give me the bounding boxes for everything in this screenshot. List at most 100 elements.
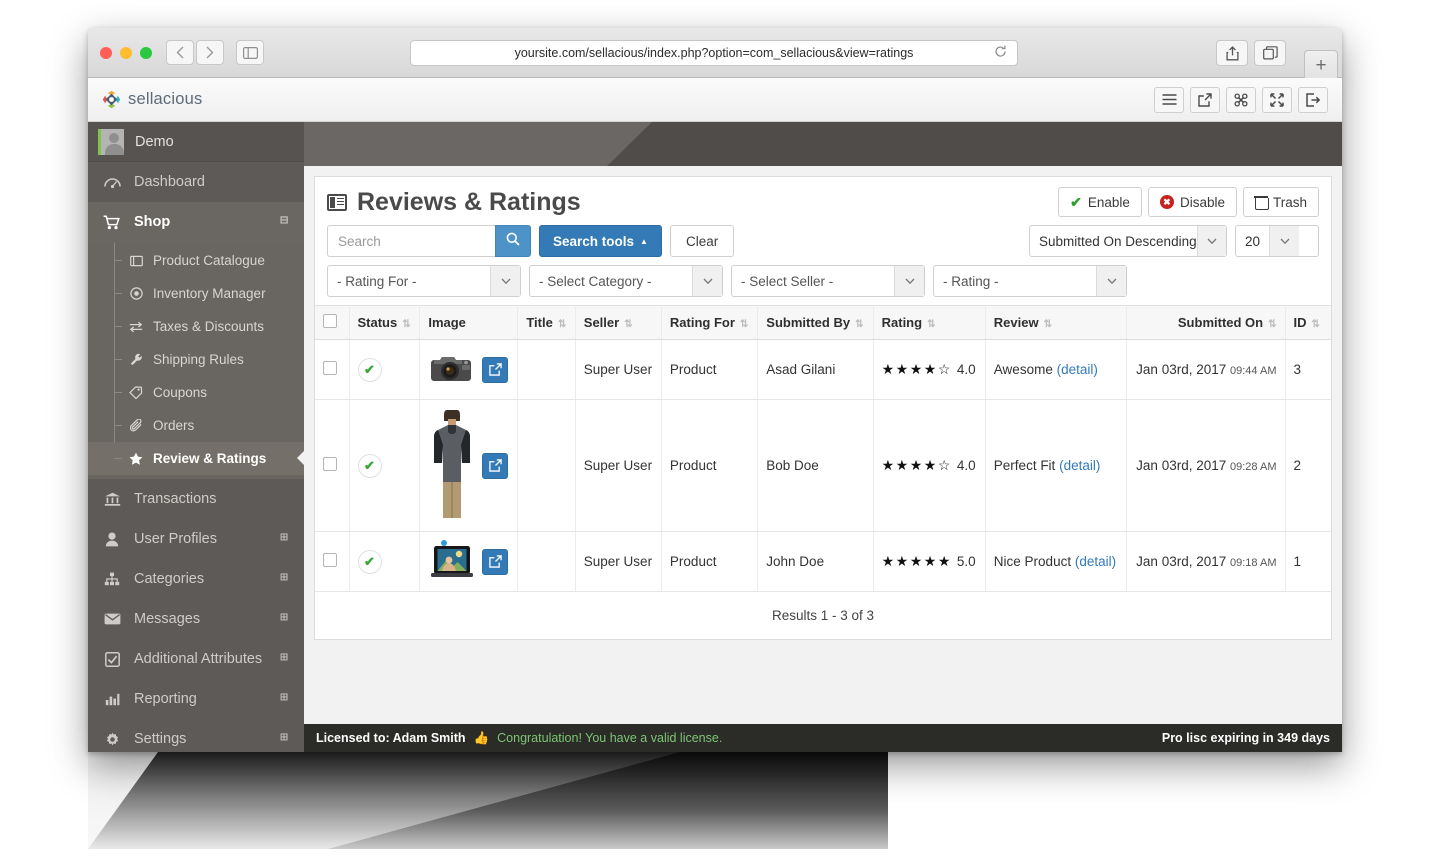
sort-select[interactable]: Submitted On Descending (1029, 225, 1227, 257)
submitted-on-date: Jan 03rd, 2017 (1136, 554, 1227, 569)
paperclip-icon (128, 419, 144, 432)
chevron-down-icon (692, 266, 722, 296)
status-published-icon[interactable]: ✔ (357, 549, 382, 574)
select-seller-select[interactable]: - Select Seller - (731, 265, 925, 297)
clear-button[interactable]: Clear (669, 225, 735, 257)
search-tools-button[interactable]: Search tools ▲ (539, 225, 662, 257)
disable-button[interactable]: ✖ Disable (1147, 187, 1237, 217)
brand-logo-group[interactable]: sellacious (102, 90, 202, 109)
row-checkbox[interactable] (323, 553, 337, 567)
joomla-icon[interactable] (1226, 86, 1256, 113)
sidebar-item-shipping-rules[interactable]: Shipping Rules (88, 343, 304, 376)
row-checkbox[interactable] (323, 457, 337, 471)
sidebar-item-messages[interactable]: Messages ⊞ (88, 599, 304, 639)
col-seller[interactable]: Seller ⇅ (575, 305, 662, 340)
sort-icon: ⇅ (402, 319, 411, 330)
hamburger-menu-icon[interactable] (1154, 86, 1184, 113)
book-icon (128, 255, 144, 267)
status-published-icon[interactable]: ✔ (357, 453, 382, 478)
row-status-cell: ✔ (349, 339, 421, 400)
share-icon[interactable] (1216, 40, 1248, 66)
sidebar-item-additional-attributes[interactable]: Additional Attributes ⊞ (88, 639, 304, 679)
sidebar-item-dashboard[interactable]: Dashboard (88, 162, 304, 202)
limit-select[interactable]: 20 (1235, 225, 1319, 257)
logout-icon[interactable] (1298, 86, 1328, 113)
select-all-checkbox[interactable] (323, 314, 337, 328)
expand-toggle-icon[interactable]: ⊞ (278, 531, 290, 545)
search-tools-label: Search tools (553, 233, 635, 249)
review-detail-link[interactable]: (detail) (1059, 458, 1100, 473)
rating-select[interactable]: - Rating - (933, 265, 1127, 297)
sort-icon: ⇅ (1311, 319, 1320, 330)
fullscreen-icon[interactable] (1262, 86, 1292, 113)
bank-icon (102, 492, 122, 506)
table-row[interactable]: ✔ (315, 399, 1331, 532)
sidebar-item-transactions[interactable]: Transactions (88, 479, 304, 519)
reload-icon[interactable] (994, 45, 1007, 61)
filter-selects-row: - Rating For - - Select Category - - Sel… (315, 265, 1331, 305)
col-id[interactable]: ID ⇅ (1285, 305, 1331, 340)
shop-submenu: Product Catalogue Inventory Manager Taxe… (88, 242, 305, 479)
table-row[interactable]: ✔ (315, 339, 1331, 400)
forward-button[interactable] (196, 40, 224, 65)
expand-toggle-icon[interactable]: ⊞ (278, 571, 290, 585)
sidebar-toggle-icon[interactable] (236, 40, 264, 65)
search-input[interactable] (327, 225, 495, 257)
col-rating-for[interactable]: Rating For ⇅ (661, 305, 759, 340)
select-category-select[interactable]: - Select Category - (529, 265, 723, 297)
external-link-icon[interactable] (1190, 86, 1220, 113)
sidebar-item-user-profiles[interactable]: User Profiles ⊞ (88, 519, 304, 559)
sidebar-item-product-catalogue[interactable]: Product Catalogue (88, 244, 304, 277)
col-title[interactable]: Title ⇅ (517, 305, 576, 340)
edit-row-button[interactable] (482, 548, 509, 575)
row-seller-cell: Super User (575, 399, 662, 532)
trash-button[interactable]: Trash (1242, 187, 1319, 217)
status-published-icon[interactable]: ✔ (357, 357, 382, 382)
sidebar-item-orders[interactable]: Orders (88, 409, 304, 442)
sidebar-item-settings[interactable]: Settings ⊞ (88, 719, 304, 752)
col-submitted-on[interactable]: Submitted On ⇅ (1126, 305, 1286, 340)
row-checkbox[interactable] (323, 361, 337, 375)
app-body: Demo Dashboard Shop ⊟ Product Catalogue … (88, 122, 1342, 752)
sidebar-user-row[interactable]: Demo (88, 122, 304, 162)
row-seller-cell: Super User (575, 339, 662, 400)
minimize-window-button[interactable] (120, 46, 132, 59)
review-detail-link[interactable]: (detail) (1075, 554, 1116, 569)
sidebar-item-inventory-manager[interactable]: Inventory Manager (88, 277, 304, 310)
table-row[interactable]: ✔ (315, 531, 1331, 592)
col-status[interactable]: Status ⇅ (349, 305, 421, 340)
sidebar-username: Demo (135, 133, 174, 150)
back-button[interactable] (166, 40, 194, 65)
col-submitted-by[interactable]: Submitted By ⇅ (757, 305, 874, 340)
new-tab-button[interactable]: + (1304, 50, 1338, 80)
table-header-row: Status ⇅ Image Title ⇅ Seller ⇅ Rating F… (315, 305, 1331, 340)
expand-toggle-icon[interactable]: ⊞ (278, 691, 290, 705)
maximize-window-button[interactable] (140, 46, 152, 59)
rating-for-select[interactable]: - Rating For - (327, 265, 521, 297)
sidebar-item-shop[interactable]: Shop ⊟ (88, 202, 304, 242)
collapse-toggle-icon[interactable]: ⊟ (278, 214, 290, 228)
sidebar-item-reporting[interactable]: Reporting ⊞ (88, 679, 304, 719)
review-detail-link[interactable]: (detail) (1057, 362, 1098, 377)
tags-icon (128, 386, 144, 399)
sidebar-item-coupons[interactable]: Coupons (88, 376, 304, 409)
sidebar-item-categories[interactable]: Categories ⊞ (88, 559, 304, 599)
sidebar-item-review-ratings[interactable]: Review & Ratings (88, 442, 305, 475)
col-review[interactable]: Review ⇅ (985, 305, 1127, 340)
expand-toggle-icon[interactable]: ⊞ (278, 651, 290, 665)
sidebar-subitem-label: Product Catalogue (153, 253, 265, 268)
expand-toggle-icon[interactable]: ⊞ (278, 611, 290, 625)
row-submitted-by-cell: John Doe (757, 531, 874, 592)
col-rating[interactable]: Rating ⇅ (873, 305, 986, 340)
circle-dot-icon (128, 287, 144, 300)
search-button[interactable] (495, 225, 531, 257)
show-tabs-icon[interactable] (1254, 40, 1286, 66)
address-bar[interactable]: yoursite.com/sellacious/index.php?option… (410, 40, 1018, 66)
expand-toggle-icon[interactable]: ⊞ (278, 731, 290, 745)
edit-row-button[interactable] (482, 452, 509, 479)
sidebar-item-label: Dashboard (134, 174, 205, 190)
enable-button[interactable]: ✔ Enable (1058, 187, 1142, 217)
close-window-button[interactable] (100, 46, 112, 59)
edit-row-button[interactable] (482, 356, 509, 383)
sidebar-item-taxes-discounts[interactable]: Taxes & Discounts (88, 310, 304, 343)
